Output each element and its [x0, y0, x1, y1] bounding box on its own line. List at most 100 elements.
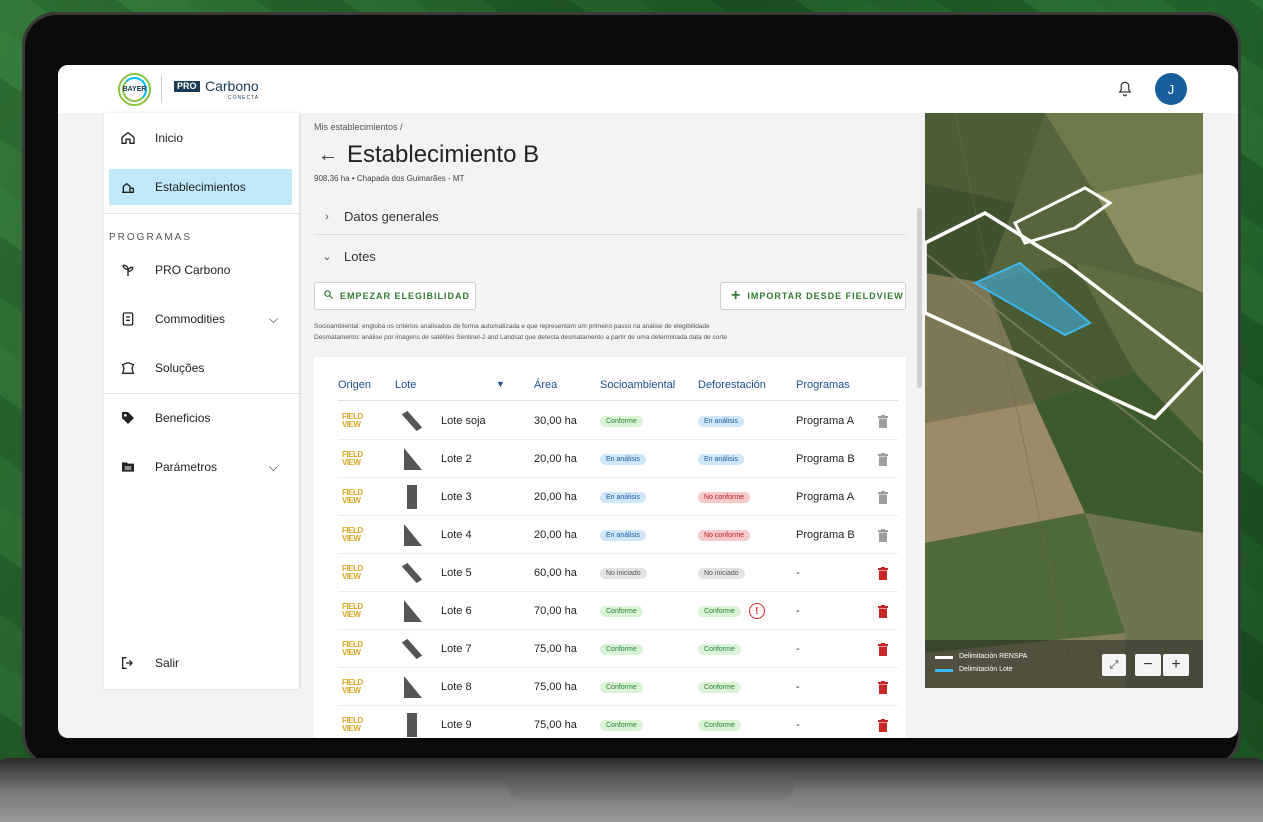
sidebar-item-inicio[interactable]: Inicio — [109, 120, 292, 156]
sidebar-item-label: Soluções — [155, 361, 205, 375]
sidebar-item-establecimientos[interactable]: Establecimientos — [109, 169, 292, 205]
defor-cell: En análisis — [698, 440, 744, 478]
lot-name: Lote 4 — [441, 529, 472, 541]
back-arrow-icon[interactable]: ← — [318, 144, 338, 167]
lot-shape-icon — [400, 484, 424, 510]
sidebar-item-label: Inicio — [155, 131, 184, 145]
column-header-socioambiental[interactable]: Socioambiental — [600, 379, 675, 391]
legend-label-renspa: Delimitación RENSPA — [959, 653, 1028, 660]
table-header: Origen Lote ▼ Área Socioambiental Defore… — [338, 377, 898, 401]
chevron-down-icon[interactable]: ⌵ — [269, 460, 278, 475]
socio-cell: No iniciado — [600, 554, 647, 592]
lot-area: 75,00 ha — [534, 719, 577, 731]
zoom-in-button[interactable]: + — [1163, 654, 1189, 676]
app-name: Carbono — [205, 78, 259, 94]
column-header-programas[interactable]: Programas — [796, 379, 850, 391]
lot-shape-icon — [400, 598, 424, 624]
status-badge: Conforme — [698, 605, 741, 617]
program-name: - — [796, 643, 800, 655]
folder-icon — [118, 457, 138, 477]
delete-button[interactable] — [878, 668, 888, 706]
table-row[interactable]: FIELD VIEW Lote 9 75,00 ha Conforme Conforme - — [338, 706, 898, 738]
column-header-origen[interactable]: Origen — [338, 379, 371, 391]
column-header-deforestacion[interactable]: Deforestación — [698, 379, 766, 391]
status-badge: Conforme — [698, 681, 741, 693]
defor-cell: Conforme! — [698, 592, 765, 630]
accordion-label: Datos generales — [344, 209, 439, 224]
import-fieldview-button[interactable]: + IMPORTAR DESDE FIELDVIEW — [720, 282, 906, 310]
column-header-area[interactable]: Área — [534, 379, 557, 391]
delete-button — [878, 402, 888, 440]
breadcrumb[interactable]: Mis establecimientos / — [314, 122, 403, 132]
sidebar-divider — [104, 213, 299, 214]
fieldview-logo: FIELD VIEW — [342, 640, 363, 657]
table-row[interactable]: FIELD VIEW Lote 4 20,00 ha En análisis No con… — [338, 516, 898, 554]
lot-area: 20,00 ha — [534, 453, 577, 465]
fieldview-logo: FIELD VIEW — [342, 678, 363, 695]
sidebar-item-solucoes[interactable]: Soluções — [109, 350, 292, 386]
table-row[interactable]: FIELD VIEW Lote 5 60,00 ha No iniciado No ini… — [338, 554, 898, 592]
lot-shape-cell — [400, 630, 424, 668]
trash-icon — [878, 414, 888, 428]
sidebar-item-commodities[interactable]: Commodities ⌵ — [109, 301, 292, 337]
start-eligibility-button[interactable]: EMPEZAR ELEGIBILIDAD — [314, 282, 476, 310]
sidebar-item-label: Beneficios — [155, 411, 211, 425]
table-row[interactable]: FIELD VIEW Lote 3 20,00 ha En análisis No con… — [338, 478, 898, 516]
delete-button — [878, 440, 888, 478]
map-legend: Delimitación RENSPA Delimitación Lote ⤢ … — [925, 640, 1203, 688]
delete-button[interactable] — [878, 554, 888, 592]
program-name: - — [796, 719, 800, 731]
sidebar-item-beneficios[interactable]: Beneficios — [109, 400, 292, 436]
sidebar-item-pro-carbono[interactable]: PRO Carbono — [109, 252, 292, 288]
sidebar-item-label: Parámetros — [155, 460, 218, 474]
zoom-out-button[interactable]: − — [1135, 654, 1161, 676]
status-badge: Conforme — [600, 681, 643, 693]
defor-cell: Conforme — [698, 706, 741, 738]
trash-icon — [878, 680, 888, 694]
lot-shape-cell — [400, 402, 424, 440]
socio-cell: Conforme — [600, 592, 643, 630]
lot-name: Lote 9 — [441, 719, 472, 731]
fullscreen-icon[interactable]: ⤢ — [1102, 654, 1126, 676]
lot-name: Lote 6 — [441, 605, 472, 617]
table-row[interactable]: FIELD VIEW Lote 6 70,00 ha Conforme Conforme!… — [338, 592, 898, 630]
accordion-lotes[interactable]: ⌄ Lotes — [314, 238, 906, 274]
note-socioambiental: Socioambiental: engloba os critérios ana… — [314, 323, 710, 330]
delete-button — [878, 516, 888, 554]
table-row[interactable]: FIELD VIEW Lote 7 75,00 ha Conforme Conforme - — [338, 630, 898, 668]
lot-shape-cell — [400, 478, 424, 516]
bell-icon[interactable] — [1116, 79, 1134, 99]
tag-icon — [118, 408, 138, 428]
lot-area: 20,00 ha — [534, 529, 577, 541]
table-row[interactable]: FIELD VIEW Lote 8 75,00 ha Conforme Conforme - — [338, 668, 898, 706]
lot-area: 75,00 ha — [534, 681, 577, 693]
lot-shape-icon — [400, 636, 424, 662]
accordion-datos-generales[interactable]: › Datos generales — [314, 199, 906, 235]
pro-badge: PRO — [174, 81, 200, 92]
page-title: Establecimiento B — [347, 141, 540, 168]
logout-button[interactable]: Salir — [109, 645, 292, 681]
table-row[interactable]: FIELD VIEW Lote soja 30,00 ha Conforme En aná… — [338, 402, 898, 440]
lot-name: Lote 5 — [441, 567, 472, 579]
scrollbar[interactable] — [917, 208, 922, 388]
legend-line-renspa — [935, 656, 953, 659]
warning-icon[interactable]: ! — [748, 603, 765, 619]
note-desmatamento: Desmatamento: análise por imagens de sat… — [314, 334, 728, 341]
sort-dropdown-icon[interactable]: ▼ — [496, 379, 505, 389]
logout-label: Salir — [155, 656, 180, 670]
chevron-down-icon[interactable]: ⌵ — [269, 312, 278, 327]
sidebar-item-parametros[interactable]: Parámetros ⌵ — [109, 449, 292, 485]
logout-icon — [118, 653, 138, 673]
status-badge: Conforme — [600, 643, 643, 655]
column-header-lote[interactable]: Lote — [395, 379, 416, 391]
satellite-map[interactable]: Delimitación RENSPA Delimitación Lote ⤢ … — [925, 113, 1203, 688]
socio-cell: En análisis — [600, 440, 646, 478]
delete-button[interactable] — [878, 630, 888, 668]
defor-cell: Conforme — [698, 668, 741, 706]
delete-button[interactable] — [878, 706, 888, 738]
table-row[interactable]: FIELD VIEW Lote 2 20,00 ha En análisis En aná… — [338, 440, 898, 478]
avatar[interactable]: J — [1155, 73, 1187, 105]
lot-shape-icon — [400, 674, 424, 700]
delete-button[interactable] — [878, 592, 888, 630]
lot-name: Lote 2 — [441, 453, 472, 465]
